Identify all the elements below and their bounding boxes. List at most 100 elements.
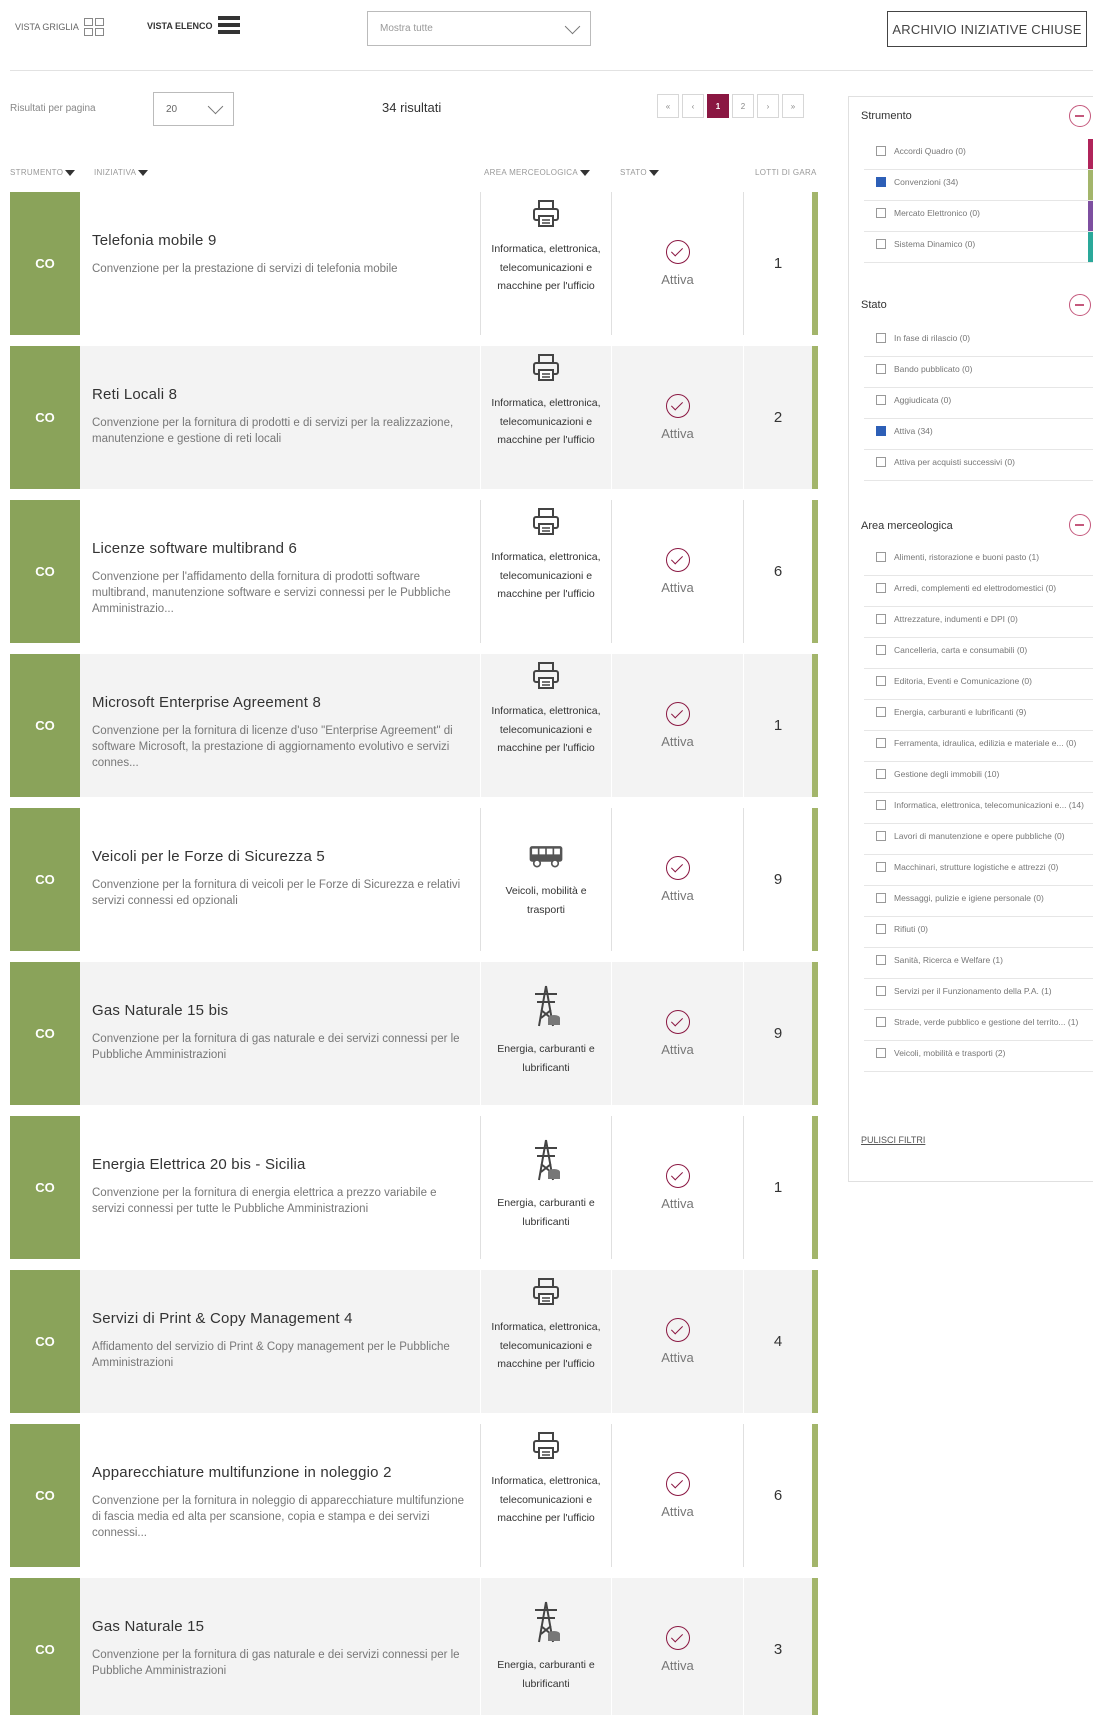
table-row[interactable]: CO Telefonia mobile 9 Convenzione per la p… xyxy=(10,192,818,335)
initiative-title[interactable]: Gas Naturale 15 bis xyxy=(92,1002,468,1019)
filter-option[interactable]: Attrezzature, indumenti e DPI (0) xyxy=(864,607,1093,638)
filter-option[interactable]: Informatica, elettronica, telecomunicazi… xyxy=(864,793,1093,824)
checkbox[interactable] xyxy=(876,239,886,249)
filter-option[interactable]: In fase di rilascio (0) xyxy=(864,326,1093,357)
table-row[interactable]: CO Reti Locali 8 Convenzione per la fornit… xyxy=(10,346,818,489)
checkbox[interactable] xyxy=(876,645,886,655)
table-row[interactable]: CO Energia Elettrica 20 bis - Sicilia Conv… xyxy=(10,1116,818,1259)
collapse-strumento-icon[interactable] xyxy=(1069,105,1091,127)
filter-option[interactable]: Rifiuti (0) xyxy=(864,917,1093,948)
checkbox[interactable] xyxy=(876,426,886,436)
checkbox[interactable] xyxy=(876,583,886,593)
filter-option[interactable]: Lavori di manutenzione e opere pubbliche… xyxy=(864,824,1093,855)
checkbox[interactable] xyxy=(876,333,886,343)
filter-option[interactable]: Aggiudicata (0) xyxy=(864,388,1093,419)
table-row[interactable]: CO Licenze software multibrand 6 Convenzio… xyxy=(10,500,818,643)
col-stato-header[interactable]: STATO xyxy=(620,168,659,177)
results-count: 34 risultati xyxy=(382,100,442,115)
category-cell: Energia, carburanti e lubrificanti xyxy=(480,1116,612,1259)
filter-option[interactable]: Veicoli, mobilità e trasporti (2) xyxy=(864,1041,1093,1072)
filter-option[interactable]: Arredi, complementi ed elettrodomestici … xyxy=(864,576,1093,607)
initiative-title[interactable]: Apparecchiature multifunzione in noleggi… xyxy=(92,1464,468,1481)
checkbox[interactable] xyxy=(876,1017,886,1027)
initiative-title[interactable]: Veicoli per le Forze di Sicurezza 5 xyxy=(92,848,468,865)
category-label: Informatica, elettronica, telecomunicazi… xyxy=(491,243,601,292)
filter-option[interactable]: Alimenti, ristorazione e buoni pasto (1) xyxy=(864,545,1093,576)
checkbox[interactable] xyxy=(876,364,886,374)
checkbox[interactable] xyxy=(876,986,886,996)
initiative-title[interactable]: Gas Naturale 15 xyxy=(92,1618,468,1635)
table-row[interactable]: CO Gas Naturale 15 Convenzione per la forn… xyxy=(10,1578,818,1715)
initiative-title[interactable]: Energia Elettrica 20 bis - Sicilia xyxy=(92,1156,468,1173)
checkbox[interactable] xyxy=(876,177,886,187)
filter-option[interactable]: Servizi per il Funzionamento della P.A. … xyxy=(864,979,1093,1010)
filter-option[interactable]: Bando pubblicato (0) xyxy=(864,357,1093,388)
checkbox[interactable] xyxy=(876,457,886,467)
checkbox[interactable] xyxy=(876,676,886,686)
checkbox[interactable] xyxy=(876,862,886,872)
table-row[interactable]: CO Microsoft Enterprise Agreement 8 Conven… xyxy=(10,654,818,797)
power-pylon-icon xyxy=(528,1134,564,1186)
table-row[interactable]: CO Veicoli per le Forze di Sicurezza 5 Con… xyxy=(10,808,818,951)
per-page-select[interactable]: 20 xyxy=(153,92,234,126)
list-view-toggle[interactable]: VISTA ELENCO xyxy=(147,16,240,36)
filter-option[interactable]: Sistema Dinamico (0) xyxy=(864,232,1093,263)
page-1-button[interactable]: 1 xyxy=(707,94,729,118)
checkbox[interactable] xyxy=(876,955,886,965)
checkbox[interactable] xyxy=(876,146,886,156)
initiative-title[interactable]: Microsoft Enterprise Agreement 8 xyxy=(92,694,468,711)
filter-option[interactable]: Attiva (34) xyxy=(864,419,1093,450)
filter-option[interactable]: Strade, verde pubblico e gestione del te… xyxy=(864,1010,1093,1041)
filter-option[interactable]: Gestione degli immobili (10) xyxy=(864,762,1093,793)
filter-option[interactable]: Energia, carburanti e lubrificanti (9) xyxy=(864,700,1093,731)
last-page-button[interactable]: » xyxy=(782,94,804,118)
collapse-area-icon[interactable] xyxy=(1069,514,1091,536)
checkbox[interactable] xyxy=(876,738,886,748)
lots-count: 6 xyxy=(773,1487,783,1504)
filter-option-label: Servizi per il Funzionamento della P.A. … xyxy=(894,986,1052,996)
checkbox[interactable] xyxy=(876,552,886,562)
grid-view-toggle[interactable]: VISTA GRIGLIA xyxy=(15,18,104,36)
next-page-button[interactable]: › xyxy=(757,94,779,118)
filter-option[interactable]: Cancelleria, carta e consumabili (0) xyxy=(864,638,1093,669)
page-2-button[interactable]: 2 xyxy=(732,94,754,118)
filter-option[interactable]: Messaggi, pulizie e igiene personale (0) xyxy=(864,886,1093,917)
collapse-stato-icon[interactable] xyxy=(1069,294,1091,316)
checkbox[interactable] xyxy=(876,924,886,934)
col-strumento-header[interactable]: STRUMENTO xyxy=(10,168,76,177)
checkbox[interactable] xyxy=(876,769,886,779)
clear-filters-link[interactable]: PULISCI FILTRI xyxy=(861,1135,925,1145)
filter-option[interactable]: Ferramenta, idraulica, edilizia e materi… xyxy=(864,731,1093,762)
checkbox[interactable] xyxy=(876,893,886,903)
filter-option[interactable]: Accordi Quadro (0) xyxy=(864,139,1093,170)
checkbox[interactable] xyxy=(876,800,886,810)
filter-option[interactable]: Convenzioni (34) xyxy=(864,170,1093,201)
category-cell: Informatica, elettronica, telecomunicazi… xyxy=(480,1270,612,1413)
status-label: Attiva xyxy=(661,272,694,287)
table-row[interactable]: CO Gas Naturale 15 bis Convenzione per la … xyxy=(10,962,818,1105)
first-page-button[interactable]: « xyxy=(657,94,679,118)
col-area-header[interactable]: AREA MERCEOLOGICA xyxy=(484,168,591,177)
archive-closed-button[interactable]: ARCHIVIO INIZIATIVE CHIUSE xyxy=(887,11,1087,47)
checkbox[interactable] xyxy=(876,395,886,405)
filter-option[interactable]: Mercato Elettronico (0) xyxy=(864,201,1093,232)
initiative-title[interactable]: Telefonia mobile 9 xyxy=(92,232,468,249)
category-cell: Informatica, elettronica, telecomunicazi… xyxy=(480,346,612,489)
checkbox[interactable] xyxy=(876,208,886,218)
filter-option[interactable]: Sanità, Ricerca e Welfare (1) xyxy=(864,948,1093,979)
checkbox[interactable] xyxy=(876,1048,886,1058)
show-filter-select[interactable]: Mostra tutte xyxy=(367,11,591,46)
initiative-title[interactable]: Reti Locali 8 xyxy=(92,386,468,403)
checkbox[interactable] xyxy=(876,707,886,717)
initiative-title[interactable]: Servizi di Print & Copy Management 4 xyxy=(92,1310,468,1327)
filter-option[interactable]: Attiva per acquisti successivi (0) xyxy=(864,450,1093,481)
filter-option[interactable]: Editoria, Eventi e Comunicazione (0) xyxy=(864,669,1093,700)
initiative-title[interactable]: Licenze software multibrand 6 xyxy=(92,540,468,557)
table-row[interactable]: CO Servizi di Print & Copy Management 4 Af… xyxy=(10,1270,818,1413)
checkbox[interactable] xyxy=(876,831,886,841)
checkbox[interactable] xyxy=(876,614,886,624)
filter-option[interactable]: Macchinari, strutture logistiche e attre… xyxy=(864,855,1093,886)
prev-page-button[interactable]: ‹ xyxy=(682,94,704,118)
col-iniziativa-header[interactable]: INIZIATIVA xyxy=(94,168,149,177)
table-row[interactable]: CO Apparecchiature multifunzione in noleg… xyxy=(10,1424,818,1567)
